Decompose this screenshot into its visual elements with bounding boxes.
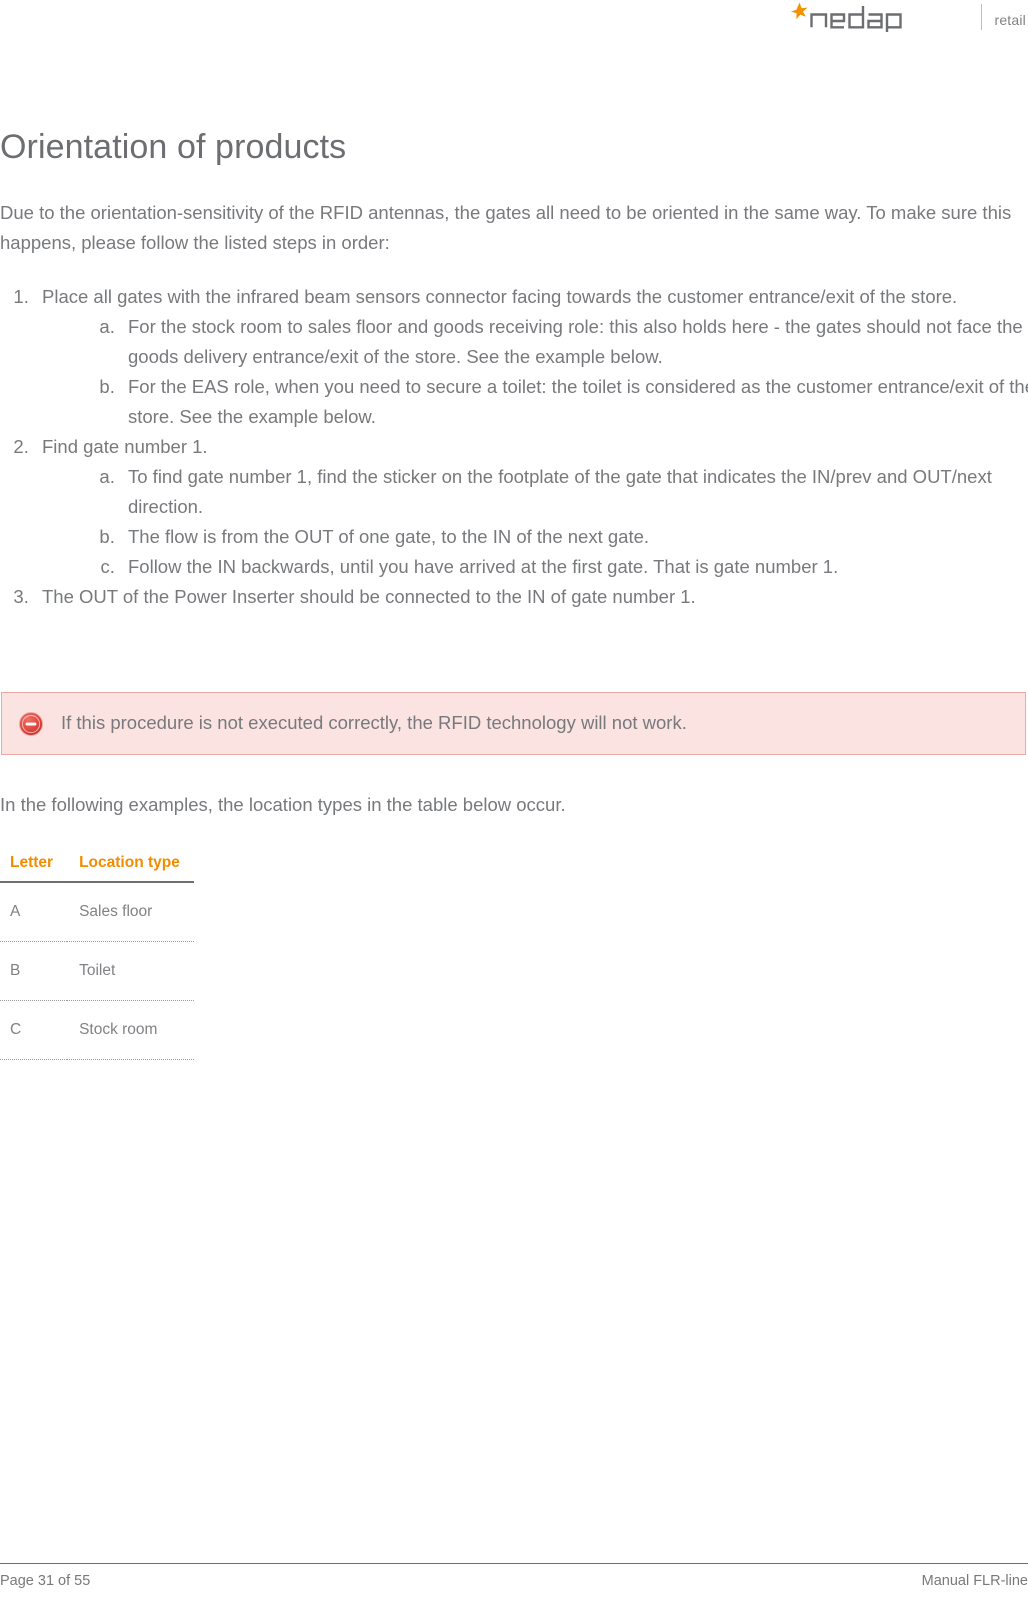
intro-paragraph: Due to the orientation-sensitivity of th…: [0, 202, 1012, 253]
substep-item: To find gate number 1, find the sticker …: [120, 462, 1028, 522]
footer-document-title: Manual FLR-line: [921, 1573, 1028, 1589]
table-row: C Stock room: [0, 1000, 194, 1060]
cell-location-type: Sales floor: [67, 882, 194, 942]
table-row: A Sales floor: [0, 882, 194, 942]
step-text: Place all gates with the infrared beam s…: [42, 286, 958, 307]
step-item: Find gate number 1. To find gate number …: [34, 432, 1028, 582]
substep-item: The flow is from the OUT of one gate, to…: [120, 522, 1028, 552]
nedap-logo: retail: [785, 0, 1026, 34]
footer-page-number: Page 31 of 55: [0, 1573, 91, 1589]
table-row: B Toilet: [0, 941, 194, 1001]
page-header: retail: [0, 0, 1028, 48]
nedap-wordmark-icon: [785, 2, 967, 32]
substep-item: For the stock room to sales floor and go…: [120, 312, 1028, 372]
cell-letter: C: [0, 1000, 68, 1060]
step-text: Find gate number 1.: [42, 435, 208, 457]
substeps-list: To find gate number 1, find the sticker …: [42, 462, 1028, 582]
page-footer: Page 31 of 55 Manual FLR-line: [0, 1563, 1028, 1589]
cell-location-type: Stock room: [67, 1000, 194, 1060]
table-header-row: Letter Location type: [0, 848, 194, 883]
logo-subbrand-label: retail: [994, 12, 1026, 28]
location-types-table: Letter Location type A Sales floor B Toi…: [0, 848, 194, 1060]
substep-item: Follow the IN backwards, until you have …: [120, 552, 1028, 582]
table-body: A Sales floor B Toilet C Stock room: [0, 882, 194, 1060]
column-header-letter: Letter: [0, 848, 68, 883]
page-title: Orientation of products: [0, 128, 347, 166]
table-head: Letter Location type: [0, 848, 194, 883]
logo-divider: [981, 4, 983, 30]
warning-callout: If this procedure is not executed correc…: [1, 692, 1026, 755]
column-header-location-type: Location type: [67, 848, 194, 883]
examples-paragraph: In the following examples, the location …: [0, 794, 566, 815]
warning-callout-text: If this procedure is not executed correc…: [61, 712, 687, 734]
no-entry-icon: [18, 711, 44, 737]
cell-letter: B: [0, 941, 68, 1001]
procedure-steps-list: Place all gates with the infrared beam s…: [0, 282, 1028, 612]
cell-letter: A: [0, 882, 68, 942]
step-item: Place all gates with the infrared beam s…: [34, 282, 1028, 432]
substeps-list: For the stock room to sales floor and go…: [42, 312, 1028, 432]
step-item: The OUT of the Power Inserter should be …: [34, 582, 1028, 612]
step-text: The OUT of the Power Inserter should be …: [42, 585, 696, 607]
substep-item: For the EAS role, when you need to secur…: [120, 372, 1028, 432]
cell-location-type: Toilet: [67, 941, 194, 1001]
document-page: retail Orientation of products Due to th…: [0, 0, 1028, 1603]
